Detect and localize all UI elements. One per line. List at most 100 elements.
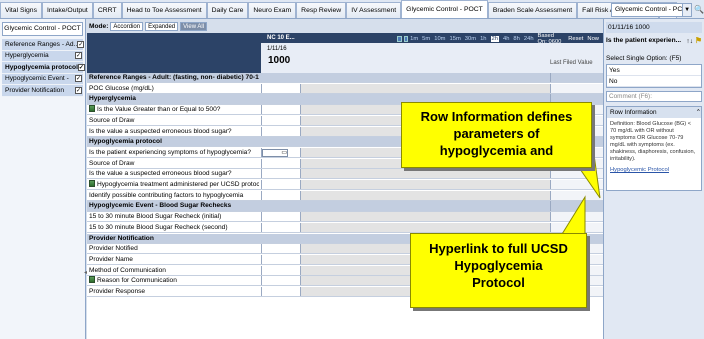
table-row[interactable]: Identify possible contributing factors t…: [87, 190, 603, 201]
value-cell[interactable]: [261, 180, 301, 190]
row-information-box: Row Information ⌃ Definition: Blood Gluc…: [606, 106, 702, 191]
callout-hyperlink: Hyperlink to full UCSD Hypoglycemia Prot…: [410, 233, 587, 308]
nav-item[interactable]: Hyperglycemia ✓: [2, 50, 83, 62]
value-cell[interactable]: [261, 83, 301, 93]
row-label: 15 to 30 minute Blood Sugar Recheck (sec…: [89, 223, 259, 233]
interval-30m[interactable]: 30m: [465, 36, 476, 42]
flag-icon[interactable]: ⚑: [695, 36, 702, 45]
value-cell[interactable]: [261, 158, 301, 168]
row-label-text: Hyperglycemia: [89, 95, 136, 103]
callout-row-information-line-2: parameters of: [453, 126, 540, 141]
value-cell[interactable]: [261, 265, 301, 275]
nav-item[interactable]: Hypoglycemia protocol ✓: [2, 62, 85, 74]
tab-resp-review[interactable]: Resp Review: [296, 2, 347, 18]
row-label: Identify possible contributing factors t…: [89, 191, 259, 201]
value-cell[interactable]: [261, 276, 301, 286]
value-cell[interactable]: [261, 222, 301, 232]
section-header-row[interactable]: Hypoglycemic Event - Blood Sugar Recheck…: [87, 201, 603, 212]
collapse-icon[interactable]: ⌃: [696, 107, 701, 118]
clock-icon[interactable]: [403, 36, 409, 42]
callout-hyperlink-line-3: Protocol: [472, 275, 525, 290]
active-input-cell[interactable]: ▭: [262, 148, 288, 157]
view-dropdown[interactable]: Glycemic Control - PC ▼: [611, 3, 692, 17]
value-cell[interactable]: [261, 105, 301, 115]
reference-document-icon[interactable]: [89, 276, 95, 284]
hypoglycemic-protocol-link[interactable]: Hypoglycemic Protocol: [610, 167, 698, 174]
reference-document-icon[interactable]: [89, 180, 95, 187]
row-label-text: Source of Draw: [89, 116, 135, 124]
nav-item-checkbox[interactable]: ✓: [77, 63, 85, 71]
nav-item-checkbox[interactable]: ✓: [75, 86, 82, 94]
comment-icon[interactable]: ▭: [281, 150, 287, 156]
tab-head-to-toe-assessment[interactable]: Head to Toe Assessment: [121, 2, 207, 18]
row-label: Provider Response: [89, 287, 259, 297]
value-cell[interactable]: [261, 212, 301, 222]
option-no[interactable]: No: [607, 76, 701, 87]
mode-label: Mode:: [89, 23, 109, 30]
nav-item[interactable]: Reference Ranges - Ad.. ✓: [2, 39, 85, 51]
value-cell[interactable]: [261, 244, 301, 254]
option-yes[interactable]: Yes: [607, 65, 701, 76]
interval-1h[interactable]: 1h: [480, 36, 486, 42]
chevron-down-icon[interactable]: ▼: [682, 4, 691, 16]
row-label-text: Hypoglycemia protocol: [89, 138, 162, 146]
row-label-text: Is the Value Greater than or Equal to 50…: [97, 106, 221, 114]
table-row[interactable]: 15 to 30 minute Blood Sugar Recheck (sec…: [87, 222, 603, 233]
interval-2h[interactable]: 2h: [490, 36, 499, 42]
value-cell[interactable]: [261, 190, 301, 200]
interval-8h[interactable]: 8h: [513, 36, 519, 42]
comment-field[interactable]: Comment (F6):: [606, 91, 702, 102]
value-cell[interactable]: [261, 115, 301, 125]
interval-15m[interactable]: 15m: [450, 36, 461, 42]
table-row[interactable]: 15 to 30 minute Blood Sugar Recheck (ini…: [87, 212, 603, 223]
tab-crrt[interactable]: CRRT: [92, 2, 122, 18]
row-label: Reason for Communication: [89, 276, 259, 286]
search-icon[interactable]: 🔍: [694, 4, 704, 16]
row-information-title: Row Information: [610, 109, 657, 116]
mode-expanded-button[interactable]: Expanded: [145, 22, 179, 31]
value-cell[interactable]: [261, 126, 301, 136]
row-label-text: Provider Name: [89, 255, 133, 263]
reference-document-icon[interactable]: [89, 105, 95, 113]
row-label-text: Method of Communication: [89, 266, 166, 274]
nav-item[interactable]: Provider Notification ✓: [2, 85, 83, 97]
table-row[interactable]: Is the value a suspected erroneous blood…: [87, 169, 603, 180]
value-cell[interactable]: [261, 254, 301, 265]
tab-neuro-exam[interactable]: Neuro Exam: [248, 2, 297, 18]
tab-braden-scale-assessment[interactable]: Braden Scale Assessment: [487, 2, 578, 18]
calendar-icon[interactable]: [397, 36, 402, 42]
interval-4h[interactable]: 4h: [503, 36, 509, 42]
value-cell[interactable]: [261, 287, 301, 297]
tab-vital-signs[interactable]: Vital Signs: [0, 2, 42, 18]
callout-hyperlink-line-2: Hypoglycemia: [454, 258, 543, 273]
nav-item-checkbox[interactable]: ✓: [77, 40, 85, 48]
nav-band-header[interactable]: Glycemic Control - POCT: [2, 22, 83, 36]
row-label: Reference Ranges - Adult: (fasting, non-…: [89, 73, 259, 83]
table-row[interactable]: Hypoglycemia treatment administered per …: [87, 180, 603, 191]
reset-button[interactable]: Reset: [568, 36, 583, 42]
table-row[interactable]: POC Glucose (mg/dL): [87, 83, 603, 94]
row-information-definition: Definition: Blood Glucose (BG) < 70 mg/d…: [610, 121, 696, 162]
tab-intake-output[interactable]: Intake/Output: [42, 2, 93, 18]
interval-10m[interactable]: 10m: [434, 36, 445, 42]
value-cell[interactable]: [261, 169, 301, 179]
interval-1m[interactable]: 1m: [410, 36, 418, 42]
mode-accordion-button[interactable]: Accordion: [110, 22, 144, 31]
section-header-row[interactable]: Reference Ranges - Adult: (fasting, non-…: [87, 73, 603, 84]
nav-item-checkbox[interactable]: ✓: [75, 52, 82, 60]
last-filed-cell: [550, 73, 603, 83]
interval-5m[interactable]: 5m: [422, 36, 430, 42]
view-all-button[interactable]: View All: [180, 22, 208, 31]
row-label: Hypoglycemia protocol: [89, 137, 259, 147]
tab-glycemic-control-poct[interactable]: Glycemic Control - POCT: [401, 0, 488, 18]
row-label-text: Is the value a suspected erroneous blood…: [89, 170, 232, 178]
interval-24h[interactable]: 24h: [524, 36, 534, 42]
nav-item[interactable]: Hypoglycemic Event - ✓: [2, 73, 83, 85]
nav-item-label: Hypoglycemic Event -: [5, 75, 69, 83]
now-button[interactable]: Now: [587, 36, 599, 42]
mode-bar: Mode: Accordion Expanded View All: [87, 20, 603, 33]
arrow-down-icon[interactable]: ↓: [690, 38, 693, 45]
tab-daily-care[interactable]: Daily Care: [206, 2, 249, 18]
tab-iv-assessment[interactable]: IV Assessment: [346, 2, 402, 18]
nav-item-checkbox[interactable]: ✓: [75, 75, 82, 83]
